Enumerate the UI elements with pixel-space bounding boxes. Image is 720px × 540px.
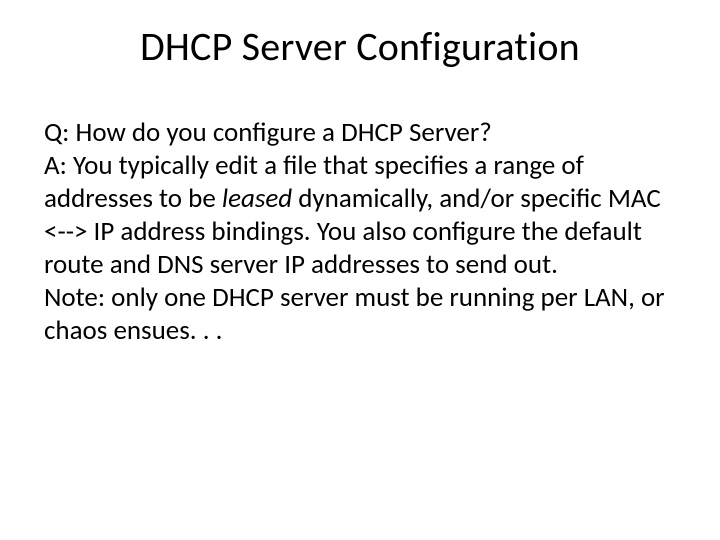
slide-body: Q: How do you configure a DHCP Server? A…: [44, 117, 676, 348]
answer-paragraph: A: You typically edit a file that specif…: [44, 150, 676, 282]
slide: DHCP Server Configuration Q: How do you …: [0, 0, 720, 540]
slide-title: DHCP Server Configuration: [44, 22, 676, 71]
question-line: Q: How do you configure a DHCP Server?: [44, 117, 676, 150]
note-paragraph: Note: only one DHCP server must be runni…: [44, 282, 676, 348]
answer-leased: leased: [222, 182, 292, 215]
